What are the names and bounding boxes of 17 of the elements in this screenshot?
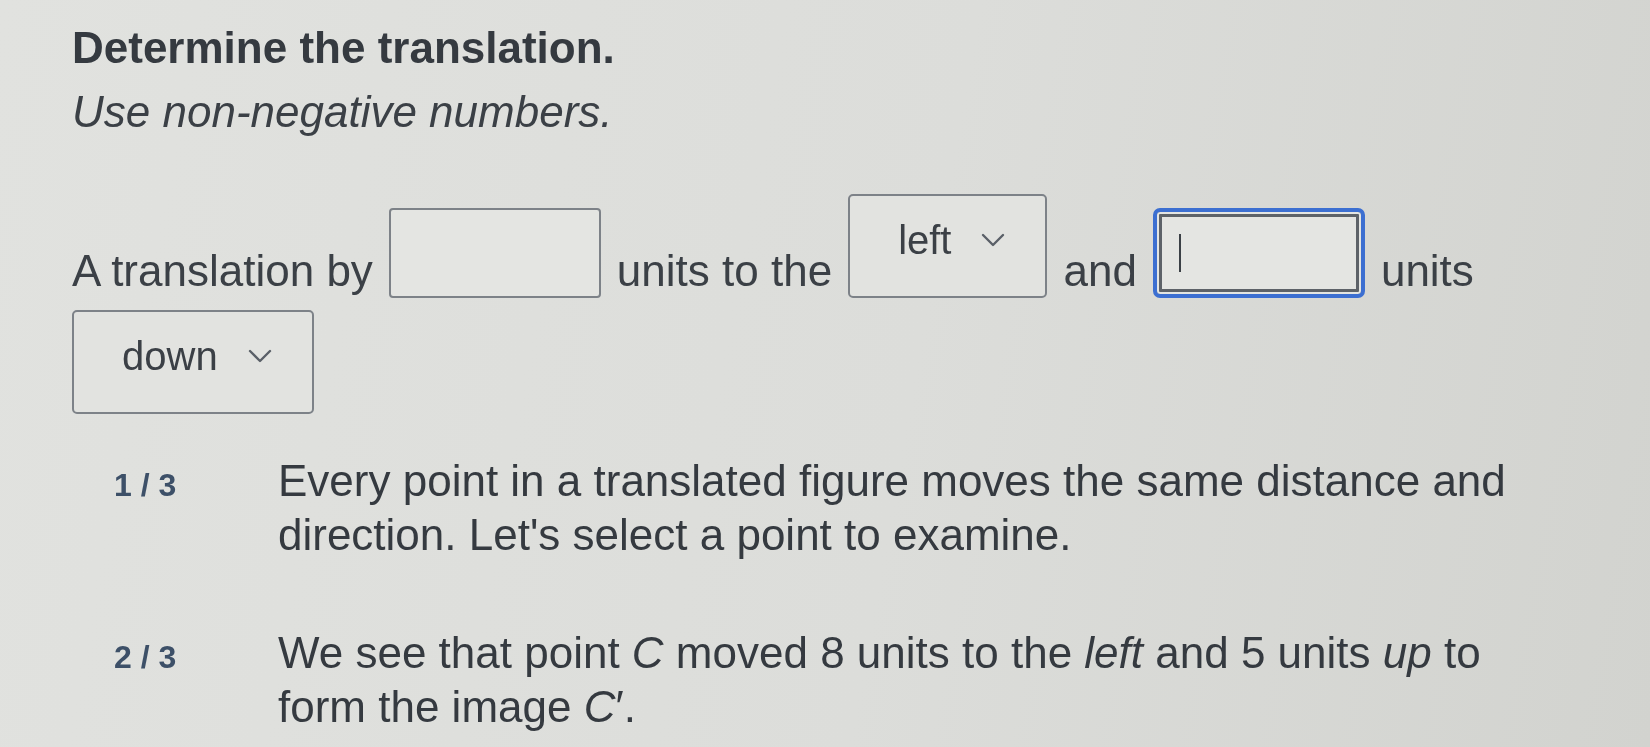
direction-dropdown[interactable]: left [848,194,1048,298]
question-title: Determine the translation. [72,22,615,74]
step-explanation: Every point in a translated figure moves the same distance and direction. Let's select a point to examine. [278,455,1507,561]
answer-box[interactable] [388,208,601,298]
text-cursor-icon [1178,234,1181,272]
prompt-text: A translation by [72,246,373,297]
prompt-text: units [1380,246,1474,297]
chevron-down-icon [981,233,1006,247]
instruction-text: Use non-negative numbers. [72,86,613,138]
direction-dropdown[interactable]: down [72,310,314,414]
step-counter: 1 / 3 [114,466,177,505]
prompt-text: and [1063,246,1137,297]
step-counter: 2 / 3 [114,638,177,677]
step-explanation: We see that point C moved 8 units to the left and 5 units up to form the image C′. [278,627,1482,733]
answer-box[interactable] [1152,208,1365,298]
prompt-text: units to the [616,246,833,297]
chevron-down-icon [247,349,272,363]
